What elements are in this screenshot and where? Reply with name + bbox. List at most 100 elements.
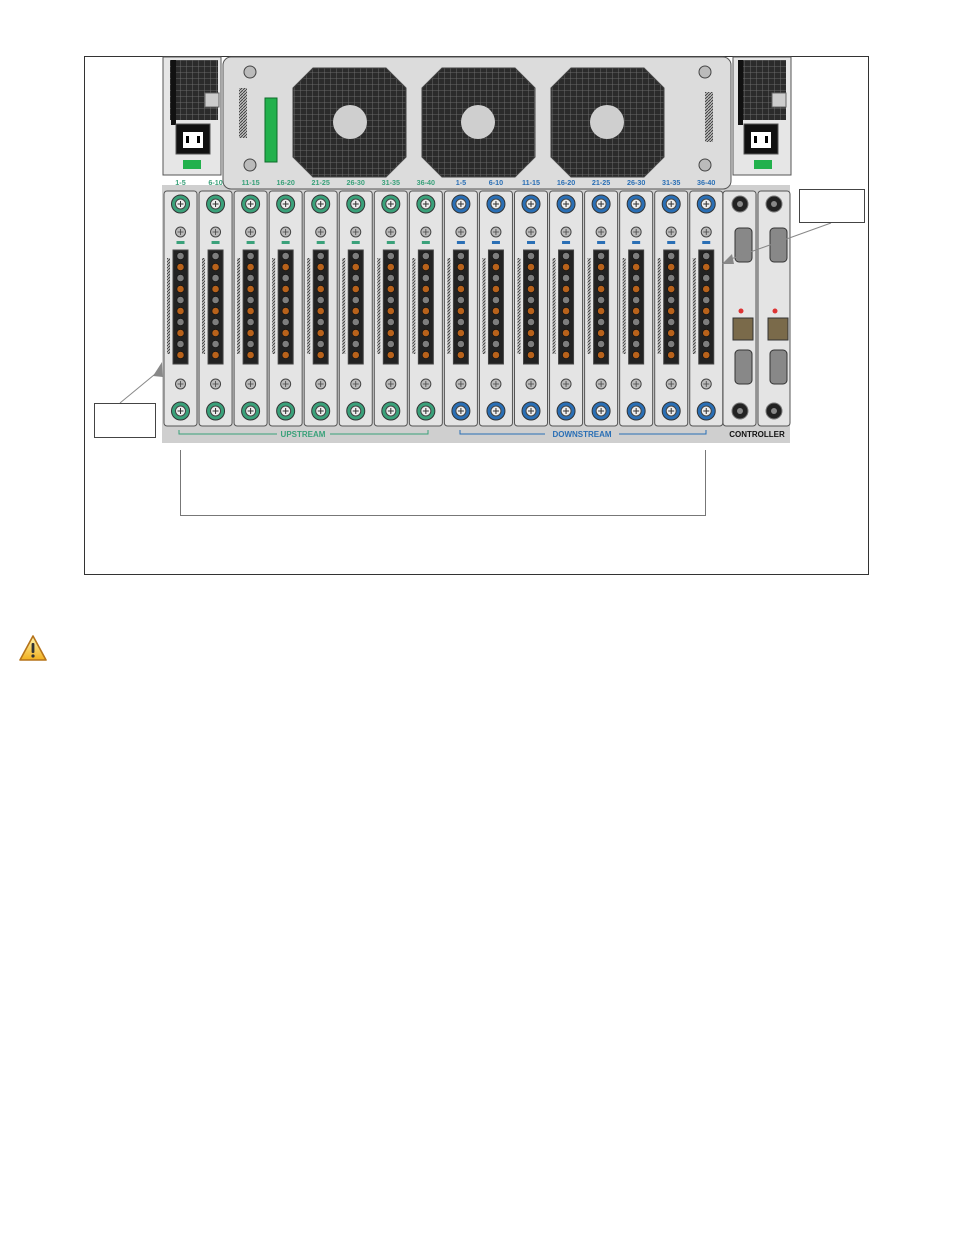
card-port[interactable] bbox=[667, 318, 676, 326]
card-port[interactable] bbox=[492, 296, 500, 304]
card-port[interactable] bbox=[667, 340, 676, 348]
card-port[interactable] bbox=[281, 285, 290, 293]
card-port[interactable] bbox=[702, 296, 711, 304]
card-port[interactable] bbox=[316, 252, 325, 260]
card-port[interactable] bbox=[562, 340, 570, 348]
card-port[interactable] bbox=[386, 296, 395, 304]
card-port[interactable] bbox=[176, 340, 185, 348]
card-port[interactable] bbox=[281, 296, 290, 304]
card-port[interactable] bbox=[527, 307, 535, 315]
card-port[interactable] bbox=[492, 285, 500, 293]
card-port[interactable] bbox=[632, 252, 641, 260]
card-port[interactable] bbox=[492, 318, 500, 326]
card-port[interactable] bbox=[386, 318, 395, 326]
card-port[interactable] bbox=[211, 296, 220, 304]
card-port[interactable] bbox=[597, 252, 605, 260]
card-port[interactable] bbox=[421, 285, 430, 293]
card-port[interactable] bbox=[211, 252, 220, 260]
card-port[interactable] bbox=[211, 340, 220, 348]
card-port[interactable] bbox=[527, 318, 535, 326]
card-port[interactable] bbox=[667, 285, 676, 293]
card-port[interactable] bbox=[246, 263, 255, 271]
card-port[interactable] bbox=[386, 274, 395, 282]
card-port[interactable] bbox=[456, 307, 465, 315]
card-port[interactable] bbox=[667, 329, 676, 337]
card-port[interactable] bbox=[246, 274, 255, 282]
card-port[interactable] bbox=[702, 307, 711, 315]
card-port[interactable] bbox=[492, 329, 500, 337]
card-port[interactable] bbox=[211, 318, 220, 326]
card-port[interactable] bbox=[562, 263, 570, 271]
card-port[interactable] bbox=[246, 318, 255, 326]
card-port[interactable] bbox=[456, 296, 465, 304]
card-port[interactable] bbox=[281, 263, 290, 271]
card-port[interactable] bbox=[176, 318, 185, 326]
card-port[interactable] bbox=[211, 307, 220, 315]
card-port[interactable] bbox=[421, 263, 430, 271]
card-port[interactable] bbox=[316, 351, 325, 359]
card-port[interactable] bbox=[527, 252, 535, 260]
card-port[interactable] bbox=[562, 307, 570, 315]
card-port[interactable] bbox=[351, 351, 360, 359]
card-port[interactable] bbox=[176, 285, 185, 293]
card-port[interactable] bbox=[597, 318, 605, 326]
card-port[interactable] bbox=[702, 318, 711, 326]
card-port[interactable] bbox=[527, 329, 535, 337]
card-port[interactable] bbox=[211, 285, 220, 293]
card-port[interactable] bbox=[702, 252, 711, 260]
card-port[interactable] bbox=[456, 329, 465, 337]
card-port[interactable] bbox=[246, 307, 255, 315]
card-port[interactable] bbox=[456, 318, 465, 326]
card-port[interactable] bbox=[702, 274, 711, 282]
card-port[interactable] bbox=[632, 296, 641, 304]
card-port[interactable] bbox=[316, 296, 325, 304]
card-port[interactable] bbox=[421, 351, 430, 359]
card-port[interactable] bbox=[351, 252, 360, 260]
card-port[interactable] bbox=[667, 351, 676, 359]
power-switch-right[interactable] bbox=[754, 160, 772, 169]
card-port[interactable] bbox=[176, 252, 185, 260]
card-port[interactable] bbox=[456, 340, 465, 348]
card-port[interactable] bbox=[211, 263, 220, 271]
card-port[interactable] bbox=[246, 351, 255, 359]
card-port[interactable] bbox=[386, 351, 395, 359]
card-port[interactable] bbox=[562, 296, 570, 304]
card-port[interactable] bbox=[281, 318, 290, 326]
card-port[interactable] bbox=[597, 329, 605, 337]
card-port[interactable] bbox=[667, 274, 676, 282]
card-port[interactable] bbox=[562, 351, 570, 359]
card-port[interactable] bbox=[527, 340, 535, 348]
card-port[interactable] bbox=[246, 252, 255, 260]
card-port[interactable] bbox=[386, 307, 395, 315]
card-port[interactable] bbox=[246, 329, 255, 337]
card-port[interactable] bbox=[492, 307, 500, 315]
card-port[interactable] bbox=[281, 340, 290, 348]
card-port[interactable] bbox=[667, 307, 676, 315]
card-port[interactable] bbox=[421, 329, 430, 337]
card-port[interactable] bbox=[316, 285, 325, 293]
card-port[interactable] bbox=[351, 274, 360, 282]
card-port[interactable] bbox=[316, 318, 325, 326]
card-port[interactable] bbox=[597, 296, 605, 304]
card-port[interactable] bbox=[702, 329, 711, 337]
card-port[interactable] bbox=[667, 263, 676, 271]
card-port[interactable] bbox=[386, 340, 395, 348]
card-port[interactable] bbox=[421, 252, 430, 260]
card-port[interactable] bbox=[562, 318, 570, 326]
card-port[interactable] bbox=[316, 263, 325, 271]
card-port[interactable] bbox=[632, 285, 641, 293]
card-port[interactable] bbox=[597, 274, 605, 282]
card-port[interactable] bbox=[492, 252, 500, 260]
card-port[interactable] bbox=[351, 329, 360, 337]
card-port[interactable] bbox=[281, 252, 290, 260]
card-port[interactable] bbox=[562, 252, 570, 260]
card-port[interactable] bbox=[316, 329, 325, 337]
card-port[interactable] bbox=[527, 351, 535, 359]
card-port[interactable] bbox=[702, 263, 711, 271]
card-port[interactable] bbox=[456, 351, 465, 359]
card-port[interactable] bbox=[702, 340, 711, 348]
card-port[interactable] bbox=[211, 274, 220, 282]
card-port[interactable] bbox=[702, 285, 711, 293]
card-port[interactable] bbox=[527, 263, 535, 271]
card-port[interactable] bbox=[527, 274, 535, 282]
